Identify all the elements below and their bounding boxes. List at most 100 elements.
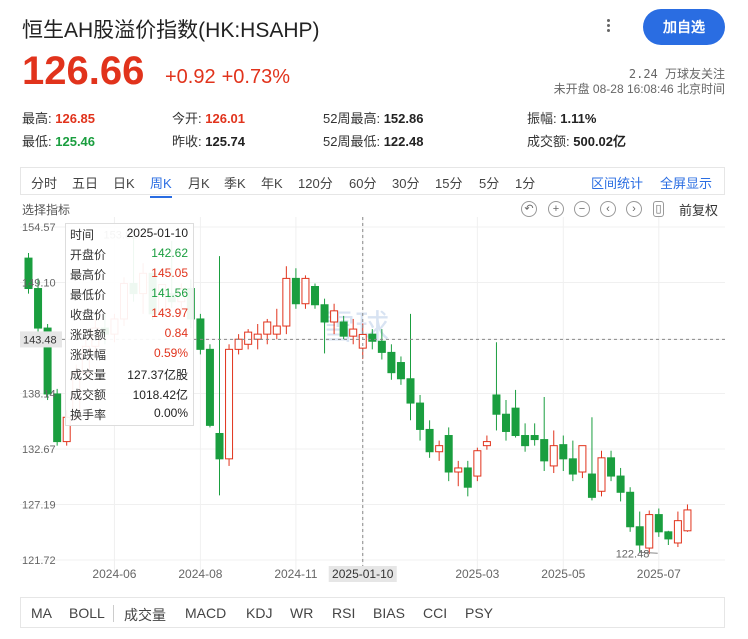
y-tick-label: 121.72 xyxy=(22,555,56,567)
candle xyxy=(463,460,472,497)
candle xyxy=(587,417,596,501)
add-to-watchlist-button[interactable]: 加自选 xyxy=(643,9,725,45)
candle xyxy=(568,440,577,482)
tab-period[interactable]: 30分 xyxy=(392,173,419,192)
indicator-tab[interactable]: RSI xyxy=(332,605,355,621)
y-tick-label: 154.57 xyxy=(22,222,56,234)
tab-period-active[interactable]: 周K xyxy=(150,173,172,198)
tab-period[interactable]: 日K xyxy=(113,173,135,192)
candle xyxy=(549,430,558,474)
candle-body xyxy=(654,514,663,533)
indicator-tab[interactable]: KDJ xyxy=(246,605,272,621)
x-tick-label: 2025-07 xyxy=(637,567,681,581)
tooltip-row: 最高价 145.05 xyxy=(70,266,188,282)
candle-body xyxy=(406,378,415,404)
undo-icon[interactable]: ↶ xyxy=(521,201,537,217)
fullscreen-link[interactable]: 全屏显示 xyxy=(660,173,712,192)
more-options-icon[interactable] xyxy=(600,17,616,37)
tab-period[interactable]: 15分 xyxy=(435,173,462,192)
tooltip-row: 开盘价 142.62 xyxy=(70,246,188,262)
settings-slider-icon[interactable]: ▯ xyxy=(653,201,664,217)
candle xyxy=(416,394,425,441)
candle-body xyxy=(244,331,253,345)
indicator-tab[interactable]: CCI xyxy=(423,605,447,621)
candle-body xyxy=(282,277,291,327)
market-status: 未开盘 08-28 16:08:46 北京时间 xyxy=(553,82,725,96)
candle-body xyxy=(301,277,310,305)
tooltip-key: 时间 xyxy=(70,228,95,242)
zoom-out-icon[interactable]: − xyxy=(574,201,590,217)
tooltip-row: 最低价 141.56 xyxy=(70,286,188,302)
tooltip-value: 0.00% xyxy=(153,406,188,420)
candle-body xyxy=(511,407,520,437)
tooltip-row: 成交量 127.37亿股 xyxy=(70,366,188,382)
tooltip-value: 142.62 xyxy=(151,246,188,260)
zoom-in-icon[interactable]: + xyxy=(548,201,564,217)
indicator-tab[interactable]: 成交量 xyxy=(124,605,166,625)
stat-low: 最低: 125.46 xyxy=(22,131,95,150)
indicator-tab[interactable]: BIAS xyxy=(373,605,405,621)
indicator-tab[interactable]: PSY xyxy=(465,605,493,621)
x-tick-label: 2024-06 xyxy=(92,567,136,581)
candle xyxy=(454,460,463,487)
tab-period[interactable]: 5分 xyxy=(479,173,499,192)
tooltip-key: 开盘价 xyxy=(70,248,107,262)
indicator-tab[interactable]: BOLL xyxy=(69,605,105,621)
x-tick-label: 2025-03 xyxy=(455,567,499,581)
candle-body xyxy=(454,467,463,473)
candle xyxy=(435,440,444,461)
tooltip-key: 换手率 xyxy=(70,408,107,422)
candle-body xyxy=(463,467,472,488)
candle-body xyxy=(597,457,606,492)
candle-body xyxy=(559,444,568,460)
candle-body xyxy=(196,318,205,350)
candle-body xyxy=(492,394,501,415)
indicator-tab[interactable]: WR xyxy=(290,605,313,621)
candle xyxy=(559,435,568,471)
candle xyxy=(253,324,262,350)
tab-period[interactable]: 120分 xyxy=(298,173,333,192)
candle-body xyxy=(607,457,616,477)
candle-body xyxy=(549,445,558,467)
tooltip-value: 127.37亿股 xyxy=(127,368,188,382)
candle xyxy=(492,342,501,431)
x-tick-label: 2024-11 xyxy=(274,567,317,581)
tab-period[interactable]: 五日 xyxy=(72,173,98,192)
candle xyxy=(196,313,205,355)
candle-body xyxy=(320,304,329,323)
candle-body xyxy=(234,338,243,350)
candle-body xyxy=(568,458,577,475)
candle xyxy=(540,396,549,471)
candle-body xyxy=(425,428,434,453)
tab-period[interactable]: 1分 xyxy=(515,173,535,192)
stat-label: 最高: xyxy=(22,111,52,126)
stats-grid: 最高: 126.85 最低: 125.46 今开: 126.01 昨收: 125… xyxy=(22,108,722,152)
tooltip-value: 0.84 xyxy=(164,326,188,340)
tab-period[interactable]: 年K xyxy=(261,173,283,192)
scroll-right-icon[interactable]: › xyxy=(626,201,642,217)
candle xyxy=(597,450,606,497)
crosshair-date-label: 2025-01-10 xyxy=(332,567,394,581)
scroll-left-icon[interactable]: ‹ xyxy=(600,201,616,217)
indicator-tab[interactable]: MACD xyxy=(185,605,226,621)
tab-period[interactable]: 月K xyxy=(188,173,210,192)
indicator-tabs: MA BOLL 成交量 MACD KDJ WR RSI BIAS CCI PSY xyxy=(20,597,725,628)
current-price: 126.66 xyxy=(22,49,145,93)
tooltip-row: 成交额 1018.42亿 xyxy=(70,386,188,402)
stat-label: 52周最低: xyxy=(323,134,381,149)
indicator-select[interactable]: 选择指标 xyxy=(22,201,70,218)
candle-body xyxy=(416,402,425,430)
candle xyxy=(673,511,682,548)
stat-prev-close: 昨收: 125.74 xyxy=(172,131,245,150)
indicator-tab[interactable]: MA xyxy=(31,605,52,621)
candle-body xyxy=(673,520,682,544)
tooltip-value: 2025-01-10 xyxy=(126,226,188,240)
stat-amplitude: 振幅: 1.11% xyxy=(527,108,596,127)
tab-period[interactable]: 季K xyxy=(224,173,246,192)
range-stats-link[interactable]: 区间统计 xyxy=(591,173,643,192)
candle xyxy=(530,423,539,446)
tab-period[interactable]: 分时 xyxy=(31,173,57,192)
stat-open: 今开: 126.01 xyxy=(172,108,245,127)
tab-period[interactable]: 60分 xyxy=(349,173,376,192)
candle xyxy=(635,511,644,553)
